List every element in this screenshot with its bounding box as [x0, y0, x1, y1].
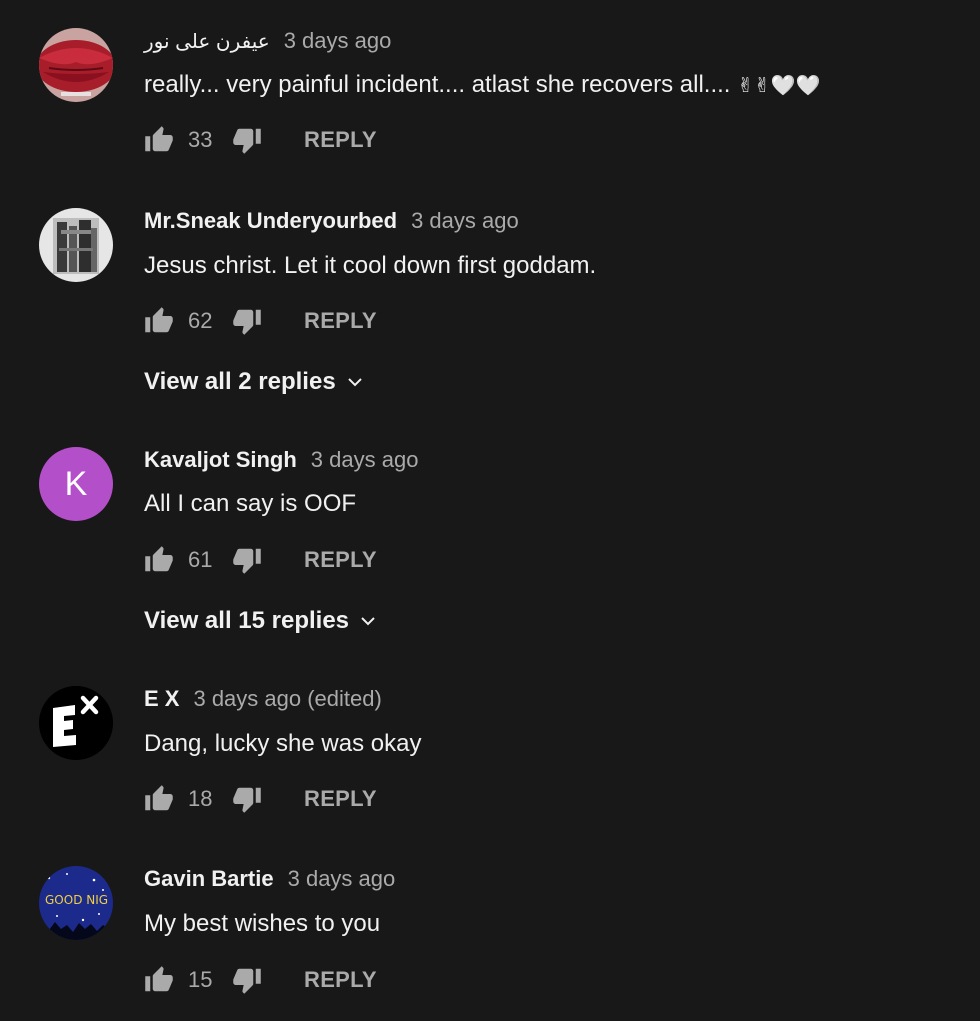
like-button[interactable] [144, 306, 174, 336]
comment-text: My best wishes to you [144, 910, 381, 937]
reply-button[interactable]: REPLY [304, 547, 377, 573]
thumbs-down-icon [233, 787, 261, 813]
like-count: 33 [188, 127, 213, 152]
chevron-down-icon [347, 378, 362, 387]
emoji-text: ✌✌🤍🤍 [737, 73, 821, 97]
dislike-button[interactable] [232, 965, 262, 995]
like-button[interactable] [144, 965, 174, 995]
like-button[interactable] [144, 784, 174, 814]
comment-actions: 18 REPLY [144, 781, 377, 817]
dislike-button[interactable] [232, 125, 262, 155]
thumbs-up-icon [145, 966, 173, 992]
view-replies-label: View all 15 replies [144, 607, 350, 634]
lips-avatar-icon [39, 28, 113, 102]
comment-timestamp[interactable]: 3 days ago [411, 208, 519, 234]
comment-author[interactable]: Gavin Bartie [144, 866, 274, 892]
thumbs-down-icon [233, 309, 261, 335]
thumbs-down-icon [233, 128, 261, 154]
good-night-avatar-icon: GOOD NIG [39, 866, 113, 940]
avatar-letter: K [64, 464, 88, 503]
comment-actions: 62 REPLY [144, 303, 377, 339]
comment-text: Dang, lucky she was okay [144, 730, 422, 757]
comment-timestamp[interactable]: 3 days ago (edited) [193, 686, 381, 712]
comment-actions: 15 REPLY [144, 962, 377, 998]
dislike-button[interactable] [232, 784, 262, 814]
reply-button[interactable]: REPLY [304, 967, 377, 993]
comments-section: عیفرن علی نور 3 days ago really... very … [0, 0, 980, 1021]
comment-timestamp[interactable]: 3 days ago [284, 28, 392, 54]
avatar[interactable]: K [39, 447, 113, 521]
like-count: 18 [188, 786, 213, 811]
comment-text: All I can say is OOF [144, 490, 357, 517]
avatar[interactable] [39, 686, 113, 760]
comment-actions: 33 REPLY [144, 122, 377, 158]
chevron-down-icon [361, 617, 375, 626]
avatar[interactable]: GOOD NIG [39, 866, 113, 940]
view-replies-label: View all 2 replies [144, 368, 336, 395]
comment-text-body: really... very painful incident.... atla… [144, 71, 738, 98]
avatar[interactable] [39, 28, 113, 102]
comment-author[interactable]: Kavaljot Singh [144, 447, 297, 473]
view-replies-button[interactable]: View all 2 replies [144, 368, 364, 396]
comment-text: really... very painful incident.... atla… [144, 71, 820, 99]
reply-button[interactable]: REPLY [304, 127, 377, 153]
comment-timestamp[interactable]: 3 days ago [288, 866, 396, 892]
dislike-button[interactable] [232, 545, 262, 575]
comment-author[interactable]: E X [144, 686, 179, 712]
avatar-text: GOOD NIG [45, 893, 108, 907]
comment-text: Jesus christ. Let it cool down first god… [144, 252, 597, 279]
like-button[interactable] [144, 545, 174, 575]
comment-timestamp[interactable]: 3 days ago [311, 447, 419, 473]
avatar[interactable] [39, 208, 113, 282]
reply-button[interactable]: REPLY [304, 786, 377, 812]
thumbs-up-icon [145, 307, 173, 333]
like-count: 62 [188, 308, 213, 333]
comment-actions: 61 REPLY [144, 542, 377, 578]
reply-button[interactable]: REPLY [304, 308, 377, 334]
thumbs-down-icon [233, 968, 261, 994]
thumbs-down-icon [233, 548, 261, 574]
view-replies-button[interactable]: View all 15 replies [144, 607, 377, 635]
thumbs-up-icon [145, 126, 173, 152]
like-count: 15 [188, 967, 213, 992]
ex-logo-avatar-icon [39, 686, 113, 760]
comment-author[interactable]: Mr.Sneak Underyourbed [144, 208, 397, 234]
like-button[interactable] [144, 125, 174, 155]
photo-avatar-icon [39, 208, 113, 282]
thumbs-up-icon [145, 785, 173, 811]
dislike-button[interactable] [232, 306, 262, 336]
thumbs-up-icon [145, 546, 173, 572]
like-count: 61 [188, 547, 213, 572]
comment-author[interactable]: عیفرن علی نور [144, 29, 270, 54]
